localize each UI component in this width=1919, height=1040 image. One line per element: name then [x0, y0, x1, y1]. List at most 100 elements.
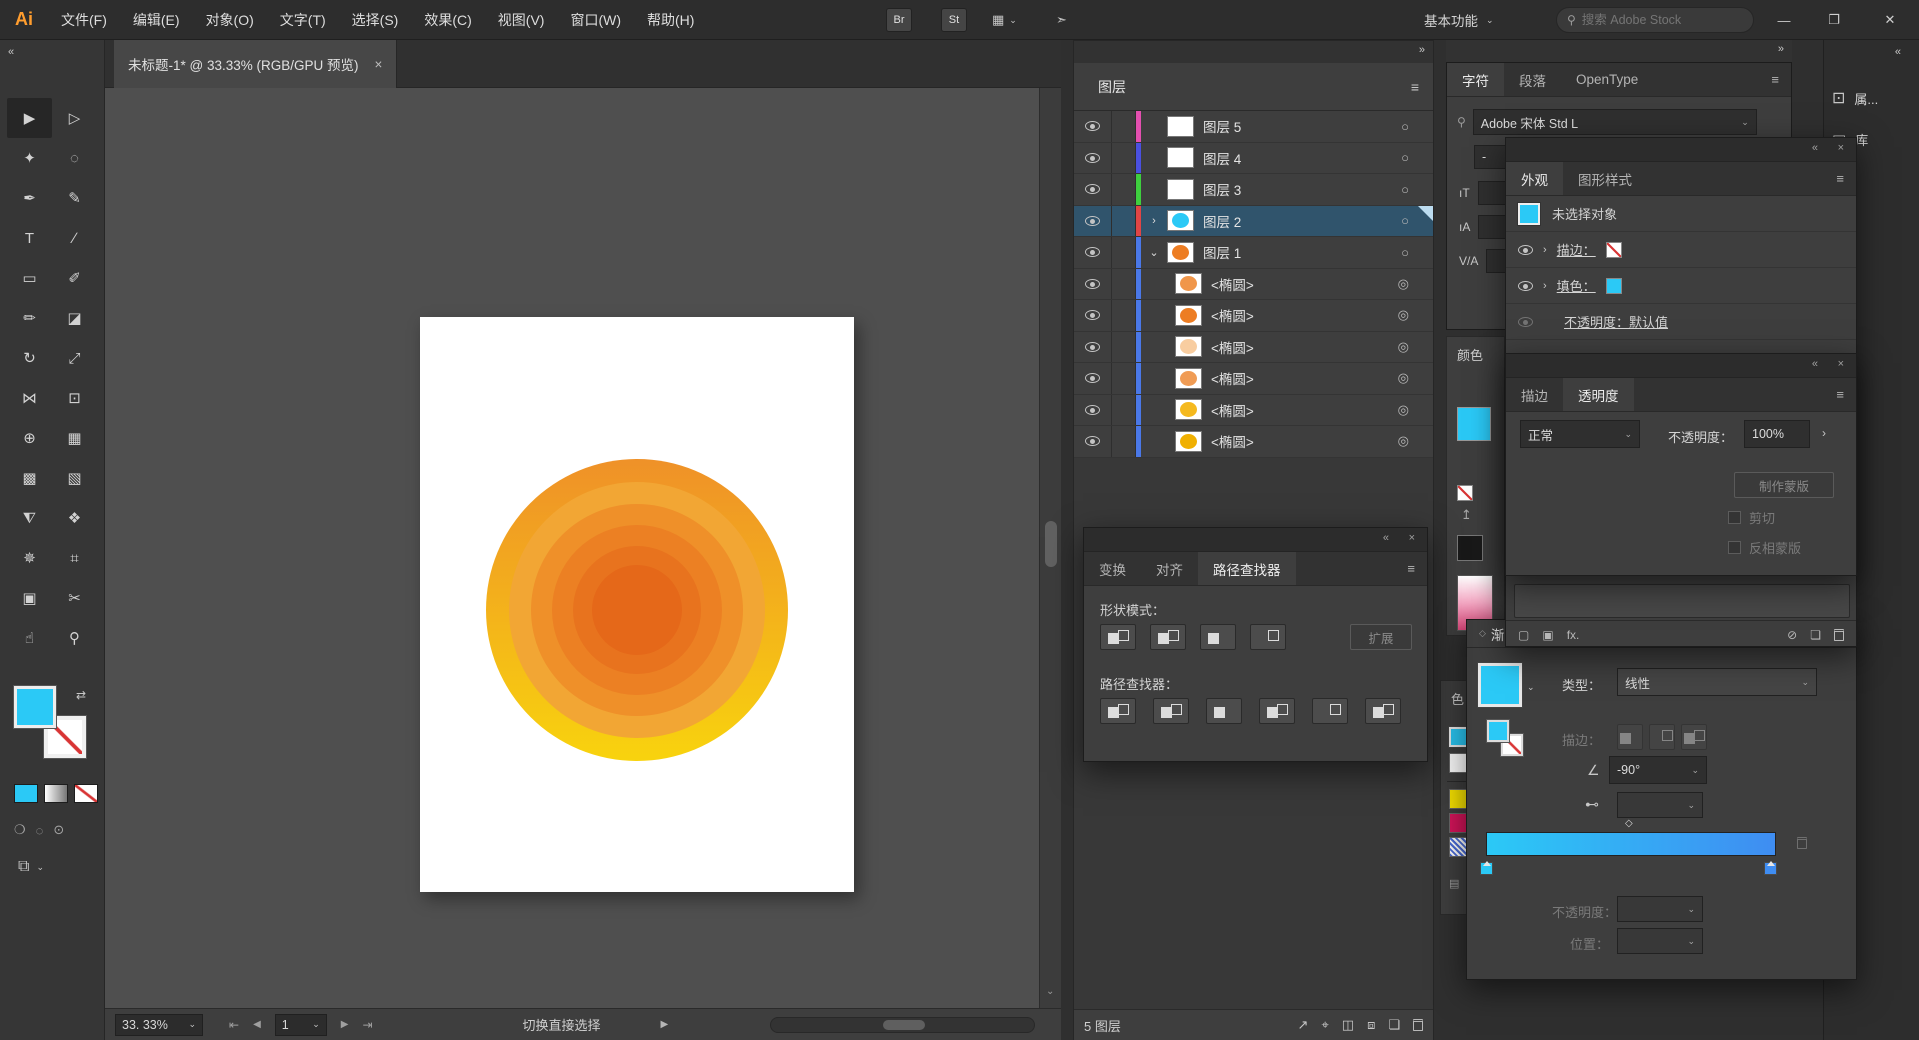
eraser-tool[interactable]: ◪ [52, 298, 97, 338]
layer-row[interactable]: 图层 3 ○ [1074, 174, 1433, 206]
tab-pathfinder[interactable]: 路径查找器 [1198, 552, 1296, 585]
lock-toggle[interactable] [1112, 269, 1136, 300]
crop-button[interactable] [1259, 698, 1295, 724]
visibility-toggle[interactable] [1074, 332, 1112, 363]
fill-row-label[interactable]: 填色： [1557, 276, 1596, 295]
search-input[interactable] [1582, 13, 1732, 27]
collapse-panel-icon[interactable]: « [1383, 532, 1389, 544]
free-transform-tool[interactable]: ⊡ [52, 378, 97, 418]
stroke-row-label[interactable]: 描边： [1557, 240, 1596, 259]
close-tab-icon[interactable]: × [375, 57, 383, 72]
gradient-annotator-icon[interactable]: ⊷ [1585, 796, 1599, 813]
column-graph-tool[interactable]: ⌗ [52, 538, 97, 578]
lock-toggle[interactable] [1112, 426, 1136, 457]
symbol-sprayer-tool[interactable]: ✵ [7, 538, 52, 578]
object-row[interactable]: <椭圆> ◎ [1074, 332, 1433, 364]
mesh-tool[interactable]: ▩ [7, 458, 52, 498]
aspect-ratio-select[interactable]: ⌄ [1617, 792, 1703, 818]
collapse-icon[interactable]: ⌄ [1141, 246, 1167, 259]
lock-toggle[interactable] [1112, 363, 1136, 394]
lock-toggle[interactable] [1112, 300, 1136, 331]
collect-for-export-icon[interactable]: ↗ [1298, 1017, 1309, 1033]
pen-tool[interactable]: ✒ [7, 178, 52, 218]
expand-icon[interactable]: › [1141, 215, 1167, 227]
magic-wand-tool[interactable]: ✦ [7, 138, 52, 178]
blend-tool[interactable]: ❖ [52, 498, 97, 538]
shape-builder-tool[interactable]: ⊕ [7, 418, 52, 458]
rotate-tool[interactable]: ↻ [7, 338, 52, 378]
scale-tool[interactable]: ⤢ [52, 338, 97, 378]
menu-effect[interactable]: 效果(C) [411, 0, 484, 40]
layer-row[interactable]: 图层 4 ○ [1074, 143, 1433, 175]
chevron-down-icon[interactable]: ⌄ [1527, 682, 1535, 693]
outline-button[interactable] [1312, 698, 1348, 724]
add-fill-icon[interactable]: ▣ [1542, 628, 1553, 642]
target-icon[interactable]: ○ [1401, 119, 1409, 134]
visibility-toggle[interactable] [1074, 269, 1112, 300]
eye-icon[interactable] [1518, 317, 1533, 327]
none-swatch[interactable] [1457, 485, 1473, 501]
tab-character[interactable]: 字符 [1447, 63, 1504, 96]
lock-toggle[interactable] [1112, 332, 1136, 363]
none-mode-button[interactable] [74, 784, 98, 803]
duplicate-item-icon[interactable]: ❏ [1810, 628, 1821, 642]
layer-name[interactable]: 图层 2 [1203, 211, 1241, 231]
close-panel-icon[interactable]: × [1838, 142, 1844, 154]
tab-opentype[interactable]: OpenType [1561, 63, 1653, 96]
merge-button[interactable] [1206, 698, 1242, 724]
collapse-panel-icon[interactable]: « [1812, 358, 1818, 370]
tab-stroke[interactable]: 描边 [1506, 378, 1563, 411]
stroke-none-swatch[interactable] [1606, 242, 1622, 258]
type-tool[interactable]: T [7, 218, 52, 258]
scroll-down-icon[interactable]: ⌄ [1046, 986, 1054, 997]
opacity-stepper-icon[interactable]: › [1822, 426, 1826, 440]
panel-menu-icon[interactable]: ≡ [1824, 378, 1856, 411]
unite-button[interactable] [1100, 624, 1136, 650]
next-page-icon[interactable]: ▶ [341, 1019, 349, 1030]
blend-mode-select[interactable]: 正常 ⌄ [1520, 420, 1640, 448]
direct-selection-tool[interactable]: ▷ [52, 98, 97, 138]
layer-name[interactable]: 图层 1 [1203, 242, 1241, 262]
visibility-toggle[interactable] [1074, 363, 1112, 394]
visibility-toggle[interactable] [1074, 206, 1112, 237]
eye-icon[interactable] [1518, 281, 1533, 291]
gradient-preview-swatch[interactable] [1478, 663, 1522, 707]
workspace-switcher[interactable]: 基本功能 ⌄ [1424, 0, 1494, 40]
zoom-tool[interactable]: ⚲ [52, 618, 97, 658]
tab-align[interactable]: 对齐 [1141, 552, 1198, 585]
clear-appearance-icon[interactable]: ⊘ [1787, 628, 1797, 642]
panel-menu-icon[interactable]: ≡ [1411, 79, 1419, 95]
close-button[interactable]: ✕ [1868, 0, 1912, 40]
gradient-angle-select[interactable]: -90° ⌄ [1609, 756, 1707, 784]
lock-toggle[interactable] [1112, 395, 1136, 426]
draw-behind-icon[interactable]: ◌ [36, 823, 44, 838]
slice-tool[interactable]: ✂ [52, 578, 97, 618]
black-swatch[interactable] [1457, 535, 1483, 561]
minus-front-button[interactable] [1150, 624, 1186, 650]
line-segment-tool[interactable]: ∕ [52, 218, 97, 258]
gradient-midpoint-icon[interactable]: ◇ [1625, 818, 1633, 829]
divide-button[interactable] [1100, 698, 1136, 724]
opacity-input[interactable]: 100% [1744, 420, 1810, 448]
lasso-tool[interactable]: ◌ [52, 138, 97, 178]
previous-page-icon[interactable]: ◀ [253, 1019, 261, 1030]
expand-button[interactable]: 扩展 [1350, 624, 1412, 650]
stroke-across-icon[interactable] [1681, 724, 1707, 750]
current-color-swatch[interactable] [1457, 407, 1491, 441]
intersect-button[interactable] [1200, 624, 1236, 650]
expand-icon[interactable]: › [1543, 244, 1547, 256]
close-panel-icon[interactable]: × [1838, 358, 1844, 370]
perspective-grid-tool[interactable]: ▦ [52, 418, 97, 458]
hand-tool[interactable]: ☝ [7, 618, 52, 658]
fill-color-swatch[interactable] [1606, 278, 1622, 294]
zoom-select[interactable]: 33. 33% ⌄ [115, 1014, 203, 1036]
layer-row-selected[interactable]: › 图层 2 ○ [1074, 206, 1433, 238]
stroke-within-icon[interactable] [1617, 724, 1643, 750]
make-mask-button[interactable]: 制作蒙版 [1734, 472, 1834, 498]
collapse-dock-icon[interactable]: » [1419, 44, 1425, 56]
gpu-performance-button[interactable]: ➣ [1056, 0, 1067, 40]
opacity-row-label[interactable]: 不透明度：默认值 [1564, 312, 1668, 331]
last-page-icon[interactable]: ⇥ [362, 1018, 372, 1032]
object-name[interactable]: <椭圆> [1211, 368, 1254, 388]
page-number-select[interactable]: 1 ⌄ [275, 1014, 327, 1036]
